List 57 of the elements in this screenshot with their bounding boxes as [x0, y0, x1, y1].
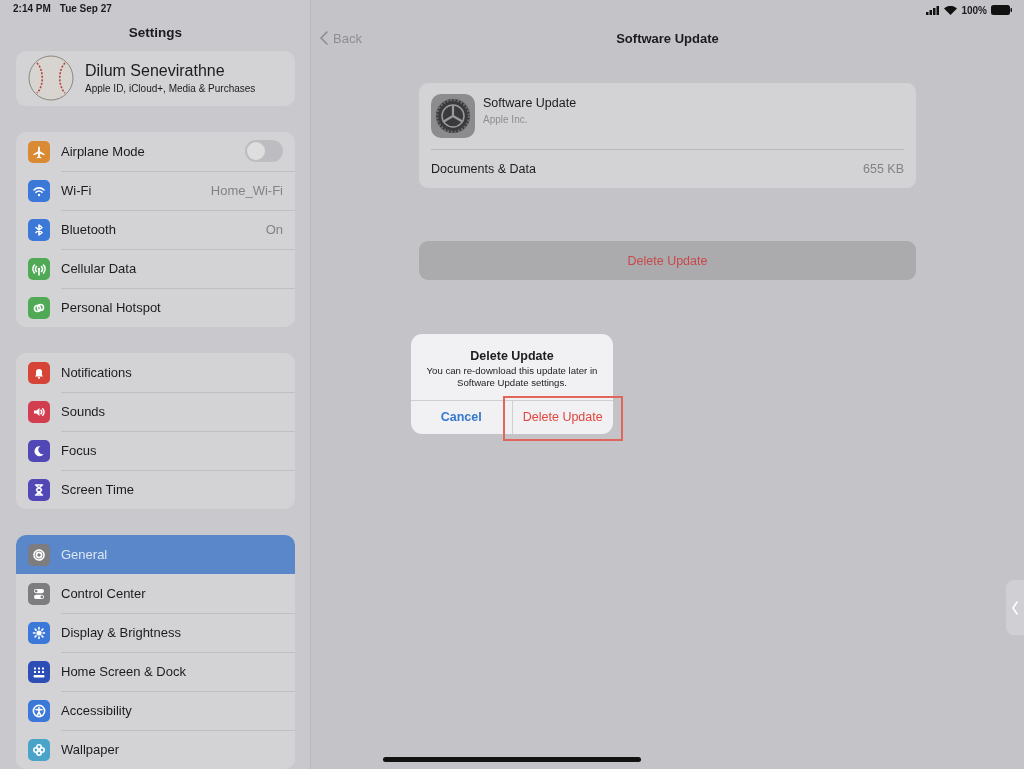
- item-label: Home Screen & Dock: [61, 663, 187, 679]
- sidebar-item[interactable]: Cellular Data: [16, 249, 295, 288]
- confirm-button[interactable]: Delete Update: [511, 400, 613, 434]
- item-label: Sounds: [61, 403, 107, 419]
- status-date: Tue Sep 27: [59, 2, 112, 14]
- row-value: 655 KB: [863, 162, 904, 176]
- sidebar-item[interactable]: Accessibility: [16, 691, 295, 730]
- sidebar-item[interactable]: Home Screen & Dock: [16, 652, 295, 691]
- wifi-icon: [944, 5, 958, 15]
- item-label: Personal Hotspot: [61, 300, 162, 315]
- nav-title: Software Update: [616, 30, 719, 46]
- row-label: Documents & Data: [431, 162, 536, 176]
- sidebar-item[interactable]: Sounds: [16, 392, 295, 431]
- sidebar-title: Settings: [128, 24, 183, 40]
- sidebar-item[interactable]: Wi-Fi Home_Wi-Fi: [16, 171, 295, 210]
- gear-icon: [431, 94, 475, 138]
- status-time: 2:14 PM: [13, 2, 51, 14]
- profile-name: Dilum Senevirathne: [85, 62, 226, 81]
- item-value: On: [265, 221, 283, 237]
- item-value: Home_Wi-Fi: [210, 182, 283, 198]
- item-label: Display & Brightness: [61, 624, 182, 640]
- item-label: Cellular Data: [61, 260, 138, 276]
- item-label: General: [61, 547, 109, 562]
- item-label: Accessibility: [61, 702, 133, 718]
- sidebar-item[interactable]: Personal Hotspot: [16, 288, 295, 327]
- item-label: Notifications: [61, 364, 133, 380]
- home-indicator[interactable]: [383, 757, 641, 762]
- chevron-left-icon: [1012, 600, 1018, 615]
- sidebar-item[interactable]: Display & Brightness: [16, 613, 295, 652]
- alert-message: You can re-download this update later in Software Update settings.: [425, 365, 599, 389]
- alert-title: Delete Update: [470, 349, 554, 363]
- sidebar-item[interactable]: Control Center: [16, 574, 295, 613]
- battery-icon: [991, 5, 1012, 15]
- profile-subtitle: Apple ID, iCloud+, Media & Purchases: [85, 83, 256, 95]
- item-label: Focus: [61, 442, 98, 458]
- toggle-switch[interactable]: [245, 140, 283, 162]
- sidebar-item[interactable]: Notifications: [16, 353, 295, 392]
- cancel-button[interactable]: Cancel: [411, 400, 512, 434]
- item-label: Bluetooth: [61, 221, 117, 237]
- item-label: Airplane Mode: [61, 143, 146, 159]
- signal-icon: [926, 5, 941, 15]
- baseball-icon: [28, 55, 74, 102]
- item-label: Screen Time: [61, 482, 135, 497]
- app-name: Software Update: [483, 96, 577, 110]
- item-label: Wallpaper: [61, 742, 121, 757]
- side-handle[interactable]: [1006, 580, 1024, 635]
- sidebar-item[interactable]: Wallpaper: [16, 730, 295, 769]
- app-developer: Apple Inc.: [483, 114, 529, 125]
- sidebar-item[interactable]: Focus: [16, 431, 295, 470]
- chevron-left-icon: [320, 31, 328, 45]
- sidebar-item[interactable]: Bluetooth On: [16, 210, 295, 249]
- sidebar-item[interactable]: Airplane Mode: [16, 132, 295, 171]
- item-label: Control Center: [61, 585, 147, 601]
- profile-card[interactable]: Dilum Senevirathne Apple ID, iCloud+, Media & Purchases: [16, 50, 295, 106]
- item-label: Wi-Fi: [61, 182, 93, 198]
- battery-percent: 100%: [961, 4, 987, 16]
- sidebar-item[interactable]: Screen Time: [16, 470, 295, 509]
